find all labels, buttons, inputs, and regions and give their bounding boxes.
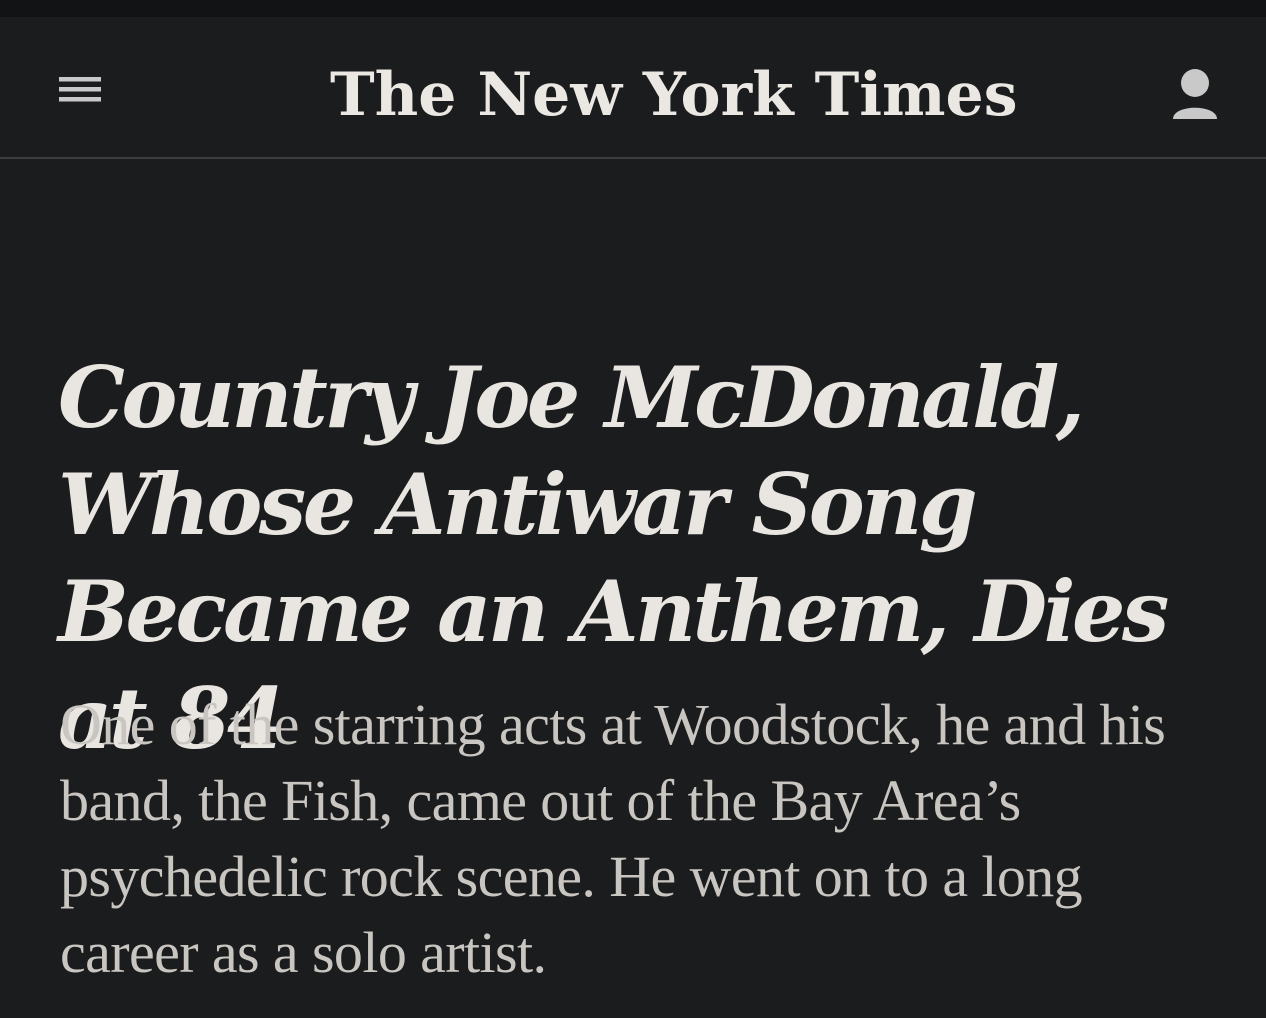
account-button[interactable]	[1160, 69, 1230, 145]
nyt-logo[interactable]: The New York Times	[330, 45, 1017, 145]
article-summary: One of the starring acts at Woodstock, h…	[60, 692, 1166, 985]
hamburger-menu-icon	[50, 65, 112, 117]
menu-button[interactable]	[50, 65, 112, 117]
article-header: Country Joe McDonald, Whose Antiwar Song…	[0, 159, 1266, 1018]
status-bar	[0, 0, 1266, 17]
user-account-icon	[1160, 69, 1230, 145]
masthead-header: The New York Times	[0, 17, 1266, 159]
